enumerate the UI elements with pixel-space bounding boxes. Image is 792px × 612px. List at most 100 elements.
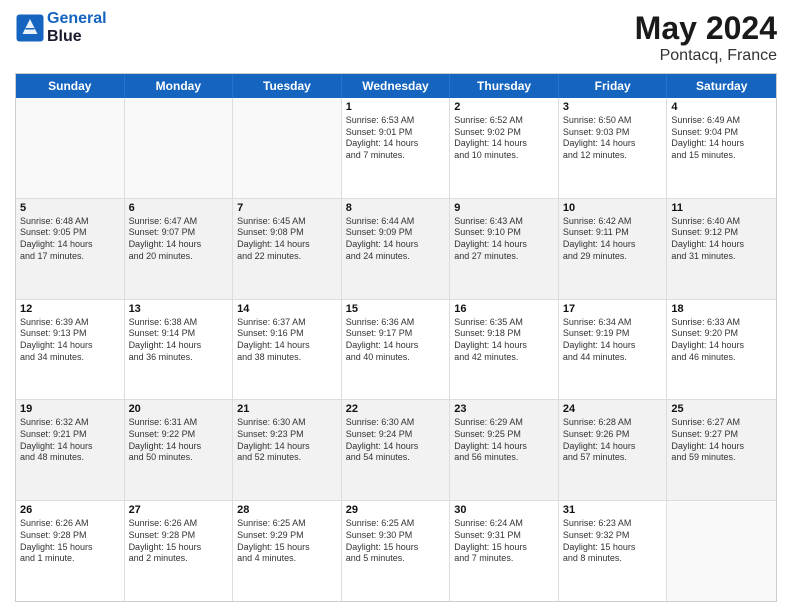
cell-line: Sunrise: 6:48 AM: [20, 216, 120, 228]
cell-line: Sunrise: 6:45 AM: [237, 216, 337, 228]
cell-line: Daylight: 14 hours: [237, 239, 337, 251]
cell-line: Sunset: 9:03 PM: [563, 127, 663, 139]
cell-line: and 56 minutes.: [454, 452, 554, 464]
cell-line: Daylight: 15 hours: [563, 542, 663, 554]
day-number: 18: [671, 303, 772, 315]
day-number: 27: [129, 504, 229, 516]
cal-cell-5: 5Sunrise: 6:48 AMSunset: 9:05 PMDaylight…: [16, 199, 125, 299]
header-thursday: Thursday: [450, 74, 559, 98]
cell-line: Sunrise: 6:36 AM: [346, 317, 446, 329]
cell-line: Sunrise: 6:31 AM: [129, 417, 229, 429]
cell-line: and 7 minutes.: [454, 553, 554, 565]
cal-row-4: 26Sunrise: 6:26 AMSunset: 9:28 PMDayligh…: [16, 501, 776, 601]
cell-line: Daylight: 14 hours: [20, 340, 120, 352]
cell-line: and 36 minutes.: [129, 352, 229, 364]
cell-line: Sunset: 9:23 PM: [237, 429, 337, 441]
cal-row-2: 12Sunrise: 6:39 AMSunset: 9:13 PMDayligh…: [16, 300, 776, 401]
cell-line: Sunrise: 6:50 AM: [563, 115, 663, 127]
day-number: 3: [563, 101, 663, 113]
cell-line: Daylight: 14 hours: [346, 239, 446, 251]
day-number: 12: [20, 303, 120, 315]
cell-line: and 12 minutes.: [563, 150, 663, 162]
month-title: May 2024: [635, 10, 777, 47]
cell-line: Sunrise: 6:29 AM: [454, 417, 554, 429]
cell-line: Sunset: 9:25 PM: [454, 429, 554, 441]
cal-cell-3: 3Sunrise: 6:50 AMSunset: 9:03 PMDaylight…: [559, 98, 668, 198]
cell-line: Daylight: 14 hours: [563, 340, 663, 352]
day-number: 1: [346, 101, 446, 113]
cell-line: Daylight: 15 hours: [237, 542, 337, 554]
cell-line: and 34 minutes.: [20, 352, 120, 364]
day-number: 13: [129, 303, 229, 315]
cell-line: Daylight: 15 hours: [454, 542, 554, 554]
cal-cell-16: 16Sunrise: 6:35 AMSunset: 9:18 PMDayligh…: [450, 300, 559, 400]
day-number: 10: [563, 202, 663, 214]
cal-cell-9: 9Sunrise: 6:43 AMSunset: 9:10 PMDaylight…: [450, 199, 559, 299]
cell-line: and 4 minutes.: [237, 553, 337, 565]
cell-line: Sunrise: 6:35 AM: [454, 317, 554, 329]
day-number: 8: [346, 202, 446, 214]
cal-cell-empty-0-2: [233, 98, 342, 198]
cell-line: Daylight: 14 hours: [346, 138, 446, 150]
cell-line: Sunrise: 6:25 AM: [237, 518, 337, 530]
day-number: 7: [237, 202, 337, 214]
cell-line: and 46 minutes.: [671, 352, 772, 364]
cal-cell-13: 13Sunrise: 6:38 AMSunset: 9:14 PMDayligh…: [125, 300, 234, 400]
cell-line: Sunset: 9:08 PM: [237, 227, 337, 239]
cell-line: Sunset: 9:19 PM: [563, 328, 663, 340]
cell-line: Sunset: 9:22 PM: [129, 429, 229, 441]
cell-line: and 59 minutes.: [671, 452, 772, 464]
cell-line: and 38 minutes.: [237, 352, 337, 364]
cell-line: Sunrise: 6:28 AM: [563, 417, 663, 429]
header-tuesday: Tuesday: [233, 74, 342, 98]
cell-line: Sunset: 9:30 PM: [346, 530, 446, 542]
cell-line: Sunrise: 6:34 AM: [563, 317, 663, 329]
cell-line: Daylight: 14 hours: [20, 441, 120, 453]
cell-line: Sunrise: 6:27 AM: [671, 417, 772, 429]
cell-line: and 40 minutes.: [346, 352, 446, 364]
cell-line: Sunrise: 6:44 AM: [346, 216, 446, 228]
cell-line: Sunrise: 6:38 AM: [129, 317, 229, 329]
cell-line: Sunrise: 6:25 AM: [346, 518, 446, 530]
cell-line: Sunset: 9:12 PM: [671, 227, 772, 239]
cell-line: Sunset: 9:01 PM: [346, 127, 446, 139]
cal-cell-22: 22Sunrise: 6:30 AMSunset: 9:24 PMDayligh…: [342, 400, 451, 500]
cell-line: and 31 minutes.: [671, 251, 772, 263]
day-number: 4: [671, 101, 772, 113]
title-block: May 2024 Pontacq, France: [635, 10, 777, 65]
cell-line: Sunrise: 6:37 AM: [237, 317, 337, 329]
cell-line: Sunset: 9:09 PM: [346, 227, 446, 239]
cell-line: Daylight: 14 hours: [671, 138, 772, 150]
cell-line: Sunrise: 6:49 AM: [671, 115, 772, 127]
day-number: 24: [563, 403, 663, 415]
cal-cell-29: 29Sunrise: 6:25 AMSunset: 9:30 PMDayligh…: [342, 501, 451, 601]
day-number: 30: [454, 504, 554, 516]
cell-line: Sunset: 9:10 PM: [454, 227, 554, 239]
day-number: 23: [454, 403, 554, 415]
day-number: 5: [20, 202, 120, 214]
cell-line: Daylight: 14 hours: [237, 340, 337, 352]
cell-line: Sunrise: 6:30 AM: [237, 417, 337, 429]
cell-line: Sunrise: 6:26 AM: [129, 518, 229, 530]
calendar: SundayMondayTuesdayWednesdayThursdayFrid…: [15, 73, 777, 602]
cell-line: Daylight: 15 hours: [129, 542, 229, 554]
cell-line: Sunrise: 6:26 AM: [20, 518, 120, 530]
cal-cell-empty-0-0: [16, 98, 125, 198]
day-number: 16: [454, 303, 554, 315]
cell-line: Sunset: 9:18 PM: [454, 328, 554, 340]
cell-line: Daylight: 14 hours: [454, 138, 554, 150]
day-number: 2: [454, 101, 554, 113]
cell-line: and 24 minutes.: [346, 251, 446, 263]
cell-line: Daylight: 15 hours: [20, 542, 120, 554]
cell-line: Daylight: 15 hours: [346, 542, 446, 554]
logo: General Blue: [15, 10, 107, 45]
cell-line: Sunrise: 6:30 AM: [346, 417, 446, 429]
day-number: 6: [129, 202, 229, 214]
day-number: 31: [563, 504, 663, 516]
cal-cell-21: 21Sunrise: 6:30 AMSunset: 9:23 PMDayligh…: [233, 400, 342, 500]
cell-line: Sunrise: 6:47 AM: [129, 216, 229, 228]
cal-cell-12: 12Sunrise: 6:39 AMSunset: 9:13 PMDayligh…: [16, 300, 125, 400]
cal-cell-18: 18Sunrise: 6:33 AMSunset: 9:20 PMDayligh…: [667, 300, 776, 400]
cell-line: Sunrise: 6:24 AM: [454, 518, 554, 530]
header-monday: Monday: [125, 74, 234, 98]
